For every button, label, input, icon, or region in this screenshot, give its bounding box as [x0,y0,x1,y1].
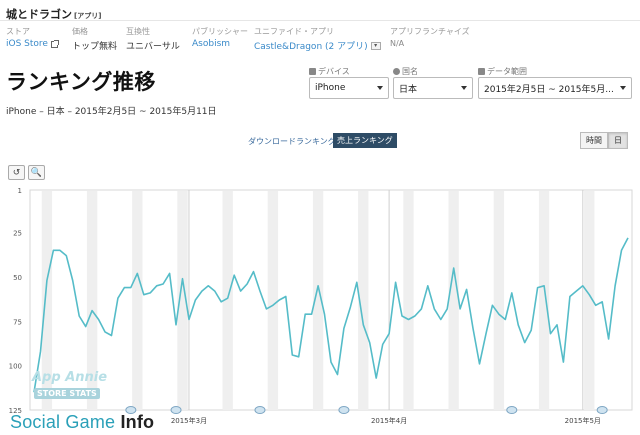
meta-unified-key: ユニファイド・アプリ [254,27,334,36]
x-tick-label: 2015年5月 [565,416,601,425]
date-filter-label: データ範囲 [478,66,527,77]
y-tick-label: 1 [18,187,22,195]
page-subtitle: iPhone – 日本 – 2015年2月5日 ~ 2015年5月11日 [6,107,217,117]
weekend-band [403,191,414,410]
tab-revenue-ranking[interactable]: 売上ランキング [333,133,397,148]
page-title: ランキング推移 [6,70,156,94]
event-bubble-icon [596,406,608,414]
external-link-icon[interactable] [50,39,59,48]
app-annie-watermark: App Annie [32,370,108,385]
weekend-band [267,191,279,410]
country-filter-label-text: 国名 [402,67,418,76]
meta-publisher: パブリッシャー Asobism [192,26,248,49]
meta-franchise-value: N/A [390,39,405,48]
meta-price-key: 価格 [72,27,88,36]
weekend-band [493,191,505,410]
meta-store: ストア iOS Store [6,26,59,49]
period-toggle: 時間 日 [580,132,628,149]
meta-publisher-value[interactable]: Asobism [192,39,248,49]
meta-compat-key: 互換性 [126,27,150,36]
device-select-value: iPhone [315,83,346,93]
meta-franchise-key: アプリフランチャイズ [390,27,470,36]
brand-logo: Social Game Info [10,412,154,433]
meta-compat: 互換性 ユニバーサル [126,26,180,52]
globe-icon [393,68,400,75]
meta-store-value[interactable]: iOS Store [6,39,59,49]
meta-franchise: アプリフランチャイズ N/A [390,26,470,48]
chevron-down-icon [461,86,467,90]
dropdown-icon[interactable]: ▾ [370,41,381,50]
event-bubble-icon [506,406,518,414]
meta-price-value: トップ無料 [72,42,118,52]
meta-compat-value: ユニバーサル [126,42,180,52]
meta-unified-value[interactable]: Castle&Dragon (2 アプリ) ▾ [254,39,381,52]
event-bubble-icon [170,406,182,414]
meta-unified-link[interactable]: Castle&Dragon (2 アプリ) [254,39,368,52]
date-range-select[interactable]: 2015年2月5日 ~ 2015年5月... [478,77,632,99]
country-select-value: 日本 [399,84,418,95]
device-filter-label: デバイス [309,66,350,77]
meta-store-link[interactable]: iOS Store [6,39,48,49]
store-stats-watermark: STORE STATS [34,388,100,399]
event-bubble-icon [254,406,266,414]
zoom-icon[interactable]: 🔍 [28,165,45,180]
date-filter-label-text: データ範囲 [487,67,527,76]
country-select[interactable]: 日本 [393,77,473,99]
brand-text: Social Game [10,412,121,432]
country-filter-label: 国名 [393,66,418,77]
device-filter-label-text: デバイス [318,67,350,76]
y-tick-label: 50 [13,274,22,282]
y-tick-label: 100 [9,363,22,371]
device-select[interactable]: iPhone [309,77,389,99]
meta-store-key: ストア [6,27,30,36]
weekend-band [132,191,143,410]
meta-unified-app: ユニファイド・アプリ Castle&Dragon (2 アプリ) ▾ [254,26,381,52]
y-tick-label: 75 [13,318,22,326]
calendar-icon [478,68,485,75]
period-daily-button[interactable]: 日 [608,132,628,149]
device-icon [309,68,316,75]
x-tick-label: 2015年3月 [171,416,207,425]
reset-zoom-icon[interactable]: ↺ [8,165,25,180]
meta-publisher-key: パブリッシャー [192,27,248,36]
date-range-value: 2015年2月5日 ~ 2015年5月... [484,84,614,95]
meta-price: 価格 トップ無料 [72,26,117,52]
brand-text-bold: Info [120,412,155,432]
period-hourly-button[interactable]: 時間 [580,132,608,149]
chevron-down-icon [377,86,383,90]
tab-download-ranking[interactable]: ダウンロードランキング [248,136,336,147]
weekend-band [538,191,550,410]
y-tick-label: 25 [13,230,22,238]
event-bubble-icon [338,406,350,414]
chevron-down-icon [620,86,626,90]
title-divider [0,20,640,21]
x-tick-label: 2015年4月 [371,416,407,425]
chart-tools: ↺ 🔍 [8,165,45,180]
weekend-band [448,191,459,410]
